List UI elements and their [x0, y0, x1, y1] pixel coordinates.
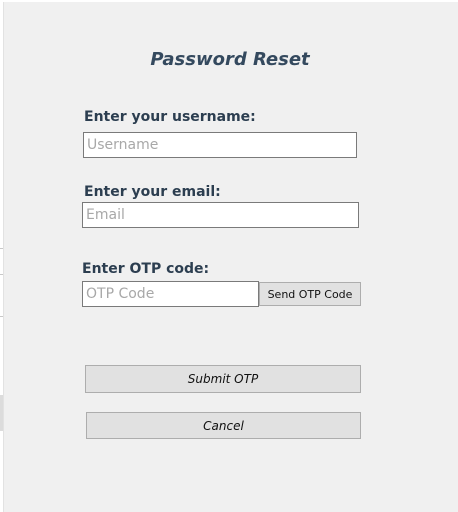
email-input[interactable] [82, 202, 359, 228]
submit-otp-button[interactable]: Submit OTP [85, 365, 361, 393]
email-label: Enter your email: [84, 184, 221, 200]
username-input[interactable] [83, 132, 357, 158]
dialog-title: Password Reset [150, 49, 310, 70]
cancel-button[interactable]: Cancel [86, 412, 361, 439]
otp-label: Enter OTP code: [82, 261, 210, 277]
password-reset-dialog: Password Reset Enter your username: Ente… [3, 2, 458, 512]
username-label: Enter your username: [84, 109, 256, 125]
otp-code-input[interactable] [82, 281, 259, 307]
send-otp-button[interactable]: Send OTP Code [259, 282, 361, 306]
